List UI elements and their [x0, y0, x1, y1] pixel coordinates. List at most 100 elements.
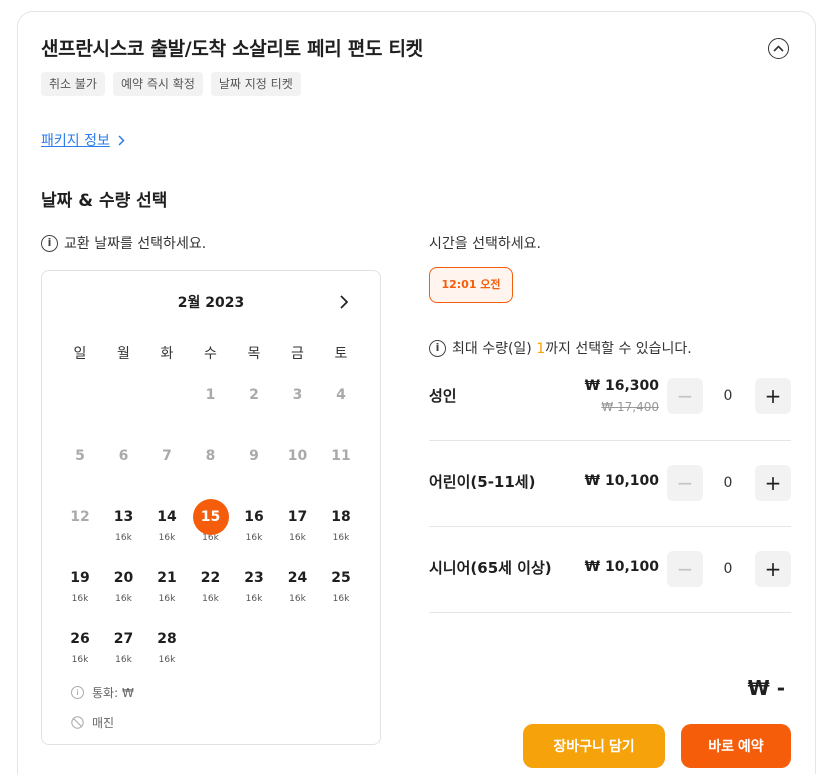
- calendar-day[interactable]: 23 16k: [234, 568, 274, 604]
- calendar-day[interactable]: 13 16k: [104, 507, 144, 543]
- next-month-button[interactable]: [335, 290, 353, 314]
- day-price: 16k: [289, 533, 306, 543]
- calendar-day[interactable]: 19 16k: [60, 568, 100, 604]
- calendar-month: 2월 2023: [177, 295, 245, 311]
- calendar-day[interactable]: 20 16k: [104, 568, 144, 604]
- day-number: 27: [113, 631, 134, 647]
- day-price: 16k: [289, 594, 306, 604]
- quantity-value: 0: [723, 561, 733, 577]
- package-info-link[interactable]: 패키지 정보: [41, 130, 125, 150]
- day-number: 12: [70, 509, 90, 525]
- calendar-day[interactable]: 28 16k: [147, 629, 187, 665]
- calendar-day: 7: [147, 446, 187, 466]
- increase-button[interactable]: +: [755, 378, 791, 414]
- ticket-label: 성인: [429, 387, 457, 405]
- day-number: 10: [287, 448, 308, 464]
- day-number: 26: [70, 631, 90, 647]
- day-number: 8: [205, 448, 216, 464]
- day-number: 4: [336, 387, 346, 403]
- weekday-label: 토: [334, 346, 348, 362]
- calendar-day[interactable]: 14 16k: [147, 507, 187, 543]
- day-number: 15: [200, 509, 221, 525]
- weekday-label: 일: [73, 346, 87, 362]
- divider: [429, 440, 791, 441]
- info-icon: i: [71, 686, 84, 699]
- calendar-day: 4: [321, 385, 361, 405]
- time-slot-chip[interactable]: 12:01 오전: [429, 267, 513, 303]
- weekday-label: 월: [117, 346, 130, 362]
- day-price: 16k: [115, 594, 132, 604]
- weekday-label: 금: [291, 346, 304, 362]
- decrease-button[interactable]: −: [667, 465, 703, 501]
- day-number: 28: [157, 631, 177, 647]
- calendar-day[interactable]: 21 16k: [147, 568, 187, 604]
- legend-soldout: 매진: [71, 714, 114, 731]
- calendar-day: 2: [234, 385, 274, 405]
- day-price: 16k: [158, 655, 176, 665]
- day-number: 21: [157, 570, 177, 586]
- date-hint-text: 교환 날짜를 선택하세요.: [64, 236, 207, 252]
- legend-currency-text: 통화: ₩: [92, 686, 134, 700]
- decrease-button[interactable]: −: [667, 551, 703, 587]
- quantity-hint-suffix: 까지 선택할 수 있습니다.: [545, 341, 692, 357]
- add-to-cart-button[interactable]: 장바구니 담기: [523, 724, 665, 768]
- calendar-day: 11: [321, 446, 361, 466]
- day-number: 9: [249, 448, 259, 464]
- increase-button[interactable]: +: [755, 465, 791, 501]
- decrease-button[interactable]: −: [667, 378, 703, 414]
- quantity-hint-max: 1: [536, 341, 546, 357]
- calendar-day[interactable]: 25 16k: [321, 568, 361, 604]
- time-hint-text: 시간을 선택하세요.: [429, 236, 541, 252]
- day-price: 16k: [115, 655, 132, 665]
- package-info-label: 패키지 정보: [41, 133, 110, 149]
- day-number: 1: [205, 387, 216, 403]
- tag-list: 취소 불가 예약 즉시 확정 날짜 지정 티켓: [41, 72, 301, 96]
- calendar-day[interactable]: 16 16k: [234, 507, 274, 543]
- quantity-hint-prefix: 최대 수량(일): [452, 341, 537, 357]
- total-price: ₩ -: [747, 676, 785, 700]
- day-number: 25: [331, 570, 351, 586]
- tag-dated-ticket: 날짜 지정 티켓: [210, 72, 301, 96]
- calendar-day: 5: [60, 446, 100, 466]
- calendar-day[interactable]: 24 16k: [278, 568, 318, 604]
- ticket-price: ₩ 10,100: [584, 559, 659, 575]
- tag-instant-confirm: 예약 즉시 확정: [112, 72, 203, 96]
- calendar-day[interactable]: 17 16k: [278, 507, 318, 543]
- calendar-day[interactable]: 18 16k: [321, 507, 361, 543]
- calendar-day: 10: [278, 446, 318, 466]
- divider: [429, 526, 791, 527]
- ticket-label: 시니어(65세 이상): [429, 559, 552, 577]
- calendar-day: 9: [234, 446, 274, 466]
- day-number: 23: [244, 570, 264, 586]
- day-number: 5: [75, 448, 85, 464]
- collapse-button[interactable]: [768, 38, 789, 59]
- legend-soldout-text: 매진: [92, 716, 115, 730]
- book-now-button[interactable]: 바로 예약: [681, 724, 791, 768]
- day-number: 22: [200, 570, 221, 586]
- chevron-right-icon: [340, 295, 348, 309]
- calendar-day[interactable]: 26 16k: [60, 629, 100, 665]
- day-price: 16k: [71, 594, 89, 604]
- chevron-right-icon: [118, 134, 125, 146]
- day-price: 16k: [245, 533, 263, 543]
- calendar-day: 3: [278, 385, 318, 405]
- ticket-row-adult: 성인 ₩ 16,300 ₩ 17,400 − 0 +: [429, 378, 791, 418]
- calendar-day-selected[interactable]: 15 16k: [191, 499, 231, 543]
- day-number: 6: [118, 448, 129, 464]
- day-price: 16k: [332, 533, 350, 543]
- day-number: 2: [249, 387, 259, 403]
- calendar-day[interactable]: 22 16k: [191, 568, 231, 604]
- day-number: 17: [287, 509, 308, 525]
- weekday-label: 목: [247, 346, 261, 362]
- day-number: 18: [331, 509, 351, 525]
- calendar-day[interactable]: 27 16k: [104, 629, 144, 665]
- legend-currency: i 통화: ₩: [71, 684, 134, 701]
- day-number: 11: [331, 448, 351, 464]
- ticket-price: ₩ 16,300: [584, 378, 659, 394]
- quantity-value: 0: [723, 388, 733, 404]
- increase-button[interactable]: +: [755, 551, 791, 587]
- ban-icon: [71, 716, 84, 729]
- day-number: 16: [244, 509, 264, 525]
- day-number: 13: [113, 509, 134, 525]
- tag-non-refundable: 취소 불가: [41, 72, 105, 96]
